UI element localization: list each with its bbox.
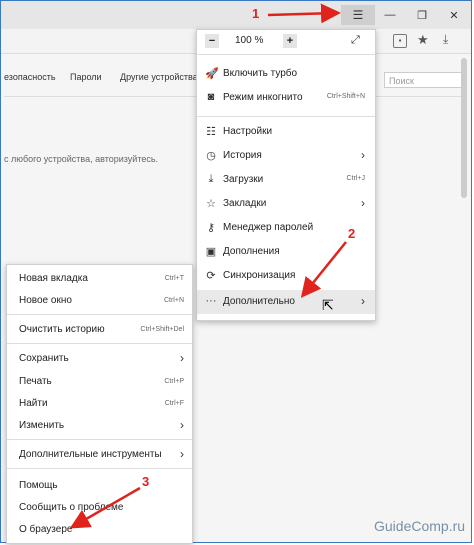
submenu-item-new-window[interactable]: Новое окно Ctrl+N — [7, 291, 192, 311]
menu-item-label: Включить турбо — [223, 68, 298, 79]
submenu-item-print[interactable]: Печать Ctrl+P — [7, 372, 192, 392]
incognito-icon: ◙ — [207, 91, 215, 103]
hamburger-menu-button[interactable]: ☰ — [341, 5, 375, 25]
menu-item-label: Закладки — [223, 198, 267, 209]
menu-item-advanced[interactable]: ··· Дополнительно › — [197, 290, 375, 314]
submenu-item-label: Изменить — [19, 420, 65, 431]
menu-item-label: Дополнительно — [223, 296, 295, 307]
menu-item-incognito[interactable]: ◙ Режим инкогнито Ctrl+Shift+N — [197, 86, 375, 110]
tab-other-devices[interactable]: Другие устройства — [120, 72, 198, 82]
menu-separator — [7, 343, 192, 344]
menu-item-label: История — [223, 150, 262, 161]
menu-item-history[interactable]: ◷ История › — [197, 144, 375, 168]
chevron-right-icon: › — [180, 418, 184, 432]
puzzle-icon: ▣ — [205, 246, 217, 258]
watermark: GuideComp.ru — [374, 518, 466, 534]
menu-item-label: Настройки — [223, 126, 273, 137]
menu-item-label: Дополнения — [223, 246, 280, 257]
submenu-item-find[interactable]: Найти Ctrl+F — [7, 394, 192, 414]
submenu-item-label: Очистить историю — [19, 324, 105, 335]
main-menu: − 100 % + ⤢ 🚀 Включить турбо ◙ Режим инк… — [196, 29, 376, 321]
submenu-item-label: Новое окно — [19, 295, 72, 306]
submenu-item-label: Дополнительные инструменты — [19, 449, 162, 460]
zoom-level: 100 % — [235, 35, 264, 46]
hamburger-icon: ☰ — [352, 8, 364, 22]
menu-item-label: Синхронизация — [223, 270, 296, 281]
menu-item-settings[interactable]: ☷ Настройки — [197, 120, 375, 144]
submenu-item-about[interactable]: О браузере — [7, 520, 192, 540]
key-icon: ⚷ — [206, 222, 216, 234]
menu-separator — [7, 468, 192, 469]
menu-item-shortcut: Ctrl+J — [346, 175, 365, 182]
chevron-right-icon: › — [361, 294, 365, 308]
menu-item-extensions[interactable]: ▣ Дополнения — [197, 240, 375, 264]
minimize-button[interactable]: — — [375, 5, 405, 25]
submenu-item-clear-history[interactable]: Очистить историю Ctrl+Shift+Del — [7, 320, 192, 340]
sync-icon: ⟳ — [206, 270, 216, 282]
sync-hint-text: с любого устройства, авторизуйтесь. — [4, 154, 159, 164]
submenu-item-new-tab[interactable]: Новая вкладка Ctrl+T — [7, 269, 192, 289]
menu-item-downloads[interactable]: ⤓ Загрузки Ctrl+J — [197, 168, 375, 192]
menu-item-sync[interactable]: ⟳ Синхронизация — [197, 264, 375, 288]
annotation-step-1: 1 — [252, 6, 260, 21]
submenu-item-shortcut: Ctrl+P — [164, 378, 184, 385]
submenu-item-more-tools[interactable]: Дополнительные инструменты › — [7, 445, 192, 465]
zoom-out-button[interactable]: − — [205, 34, 219, 48]
zoom-in-button[interactable]: + — [283, 34, 297, 48]
menu-item-label: Менеджер паролей — [223, 222, 314, 233]
mouse-cursor-icon: ⇱ — [322, 297, 334, 313]
rocket-icon: 🚀 — [205, 68, 219, 80]
submenu-item-shortcut: Ctrl+Shift+Del — [140, 326, 184, 333]
annotation-step-2: 2 — [348, 226, 356, 241]
more-icon: ··· — [205, 295, 217, 307]
menu-item-turbo[interactable]: 🚀 Включить турбо — [197, 62, 375, 86]
chevron-right-icon: › — [180, 351, 184, 365]
close-button[interactable]: ✕ — [439, 5, 469, 25]
settings-icon: ☷ — [206, 126, 216, 138]
menu-item-label: Загрузки — [223, 174, 264, 185]
submenu-item-help[interactable]: Помощь — [7, 476, 192, 496]
submenu-item-label: Найти — [19, 398, 48, 409]
submenu-item-label: Сообщить о проблеме — [19, 502, 124, 513]
submenu-item-label: О браузере — [19, 524, 73, 535]
submenu-item-save[interactable]: Сохранить › — [7, 349, 192, 369]
submenu-item-shortcut: Ctrl+N — [163, 297, 184, 304]
tab-security[interactable]: езопасность — [4, 72, 56, 82]
submenu-item-label: Помощь — [19, 480, 58, 491]
fullscreen-icon[interactable]: ⤢ — [351, 34, 360, 47]
chevron-right-icon: › — [361, 196, 365, 210]
page-icon[interactable]: ▪ — [393, 34, 407, 48]
history-icon: ◷ — [206, 150, 216, 162]
submenu-item-shortcut: Ctrl+T — [164, 275, 184, 282]
menu-item-label: Режим инкогнито — [223, 92, 303, 103]
restore-button[interactable]: ❐ — [407, 5, 437, 25]
menu-item-bookmarks[interactable]: ☆ Закладки › — [197, 192, 375, 216]
settings-search-input[interactable]: Поиск — [384, 72, 466, 88]
menu-separator — [7, 314, 192, 315]
title-bar: ☰ — ❐ ✕ — [1, 1, 471, 29]
tab-passwords[interactable]: Пароли — [70, 72, 102, 82]
menu-item-shortcut: Ctrl+Shift+N — [326, 93, 365, 100]
menu-separator — [197, 116, 375, 117]
submenu-item-label: Новая вкладка — [19, 273, 88, 284]
submenu-item-shortcut: Ctrl+F — [164, 400, 184, 407]
submenu-item-label: Печать — [19, 376, 52, 387]
menu-separator — [7, 439, 192, 440]
advanced-submenu: Новая вкладка Ctrl+T Новое окно Ctrl+N О… — [6, 264, 193, 544]
star-icon[interactable]: ★ — [417, 32, 429, 48]
star-icon: ☆ — [206, 198, 216, 210]
submenu-item-edit[interactable]: Изменить › — [7, 416, 192, 436]
chevron-right-icon: › — [180, 447, 184, 461]
chevron-right-icon: › — [361, 148, 365, 162]
download-icon: ⤓ — [208, 173, 214, 185]
scrollbar[interactable] — [461, 58, 467, 198]
annotation-step-3: 3 — [142, 474, 150, 489]
submenu-item-label: Сохранить — [19, 353, 69, 364]
menu-separator — [197, 54, 375, 55]
zoom-row: − 100 % + ⤢ — [197, 30, 375, 54]
submenu-item-report-problem[interactable]: Сообщить о проблеме — [7, 498, 192, 518]
download-icon[interactable]: ⤓ — [443, 32, 448, 47]
